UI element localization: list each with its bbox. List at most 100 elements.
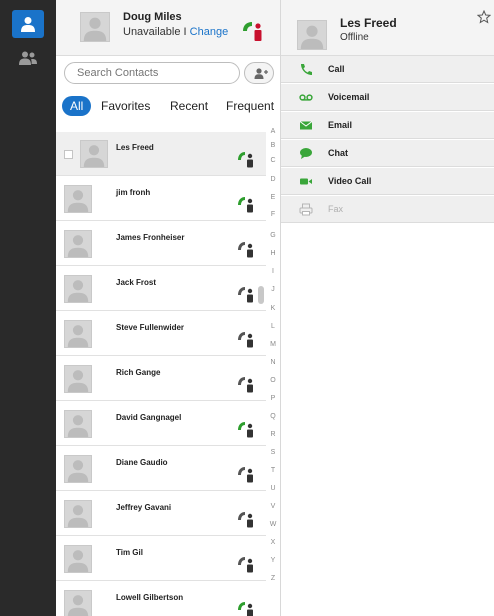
alpha-letter[interactable]: K [266,305,280,312]
offline-phone-icon [238,377,253,393]
tab-recent[interactable]: Recent [170,96,208,116]
detail-avatar [297,20,327,50]
contact-row[interactable]: Rich Gange [56,357,266,401]
tab-all[interactable]: All [62,96,92,116]
chat-action[interactable]: Chat [281,140,494,167]
alpha-letter[interactable]: C [266,157,280,164]
alpha-letter[interactable]: L [266,323,280,330]
search-contacts-input[interactable] [64,62,240,84]
alpha-letter[interactable]: D [266,176,280,183]
contact-row[interactable]: jim fronh [56,177,266,221]
list-scrollbar[interactable] [258,286,264,304]
voicemail-action[interactable]: Voicemail [281,84,494,111]
contact-filter-tabs: All Favorites Recent Frequent [56,96,280,118]
contact-avatar [64,455,92,483]
contact-row[interactable]: Jack Frost [56,267,266,311]
call-action[interactable]: Call [281,56,494,83]
alpha-letter[interactable]: S [266,449,280,456]
contact-row[interactable]: James Fronheiser [56,222,266,266]
contact-avatar [64,545,92,573]
contact-avatar [64,590,92,616]
contact-avatar [64,230,92,258]
contact-row[interactable]: Diane Gaudio [56,447,266,491]
fax-icon [299,203,313,216]
contact-row[interactable]: David Gangnagel [56,402,266,446]
offline-phone-icon [238,557,253,573]
alpha-letter[interactable]: Q [266,413,280,420]
contact-row[interactable]: Jeffrey Gavani [56,492,266,536]
offline-phone-icon [238,467,253,483]
contact-name: jim fronh [116,188,151,197]
alpha-letter[interactable]: H [266,250,280,257]
alpha-letter[interactable]: R [266,431,280,438]
contact-avatar [64,185,92,213]
current-user-avatar [80,12,110,42]
alpha-letter[interactable]: V [266,503,280,510]
alpha-letter[interactable]: M [266,341,280,348]
contact-detail-header: Les Freed Offline [281,0,494,56]
available-phone-icon [238,152,253,168]
video-icon [300,178,312,185]
contact-name: Diane Gaudio [116,458,168,467]
add-contact-button[interactable] [244,62,274,84]
alpha-letter[interactable]: W [266,521,280,528]
contact-name: Jack Frost [116,278,157,287]
contact-avatar [64,365,92,393]
email-action[interactable]: Email [281,112,494,139]
contacts-nav-button[interactable] [12,10,44,38]
available-phone-icon [238,602,253,616]
contact-name: James Fronheiser [116,233,185,242]
favorite-star-icon[interactable] [477,10,491,24]
available-phone-icon [238,422,253,438]
offline-phone-icon [238,242,253,258]
action-label: Video Call [328,176,372,186]
alpha-letter[interactable]: E [266,194,280,201]
add-person-icon [254,68,268,79]
alpha-letter[interactable]: Z [266,575,280,582]
contact-row[interactable]: Les Freed [56,132,266,176]
groups-nav-button[interactable] [12,44,44,72]
detail-contact-name: Les Freed [340,16,397,30]
contact-avatar [64,500,92,528]
contact-row[interactable]: Lowell Gilbertson [56,582,266,616]
alpha-letter[interactable]: U [266,485,280,492]
alpha-letter[interactable]: I [266,268,280,275]
person-icon [21,17,35,32]
busy-phone-icon[interactable] [241,20,265,42]
phone-icon [301,64,312,75]
change-status-link[interactable]: Change [190,26,229,38]
contact-name: Les Freed [116,143,154,152]
contact-row[interactable]: Tim Gil [56,537,266,581]
contact-avatar [64,410,92,438]
video-call-action[interactable]: Video Call [281,168,494,195]
tab-favorites[interactable]: Favorites [101,96,150,116]
alphabet-index: A B C D E F G H I J K L M N O P Q R S T … [266,120,280,616]
alpha-letter[interactable]: G [266,232,280,239]
contact-name: Steve Fullenwider [116,323,185,332]
chat-icon [300,148,312,159]
alpha-letter[interactable]: Y [266,557,280,564]
alpha-letter[interactable]: P [266,395,280,402]
detail-contact-status: Offline [340,32,369,43]
email-icon [299,121,313,130]
contact-checkbox[interactable] [64,150,73,159]
alpha-letter[interactable]: N [266,359,280,366]
alpha-letter[interactable]: J [266,286,280,293]
alpha-letter[interactable]: B [266,142,280,149]
contact-avatar [64,320,92,348]
voicemail-icon [299,94,313,101]
offline-phone-icon [238,512,253,528]
contact-name: Tim Gil [116,548,143,557]
tab-frequent[interactable]: Frequent [226,96,274,116]
contact-list: Les Freed jim fronh James Fronheiser Jac… [56,120,266,616]
alpha-letter[interactable]: X [266,539,280,546]
alpha-letter[interactable]: F [266,211,280,218]
contact-row[interactable]: Steve Fullenwider [56,312,266,356]
alpha-letter[interactable]: T [266,467,280,474]
contact-name: Lowell Gilbertson [116,593,184,602]
action-label: Fax [328,204,344,214]
offline-phone-icon [238,287,253,303]
alpha-letter[interactable]: O [266,377,280,384]
alpha-letter[interactable]: A [266,128,280,135]
available-phone-icon [238,197,253,213]
